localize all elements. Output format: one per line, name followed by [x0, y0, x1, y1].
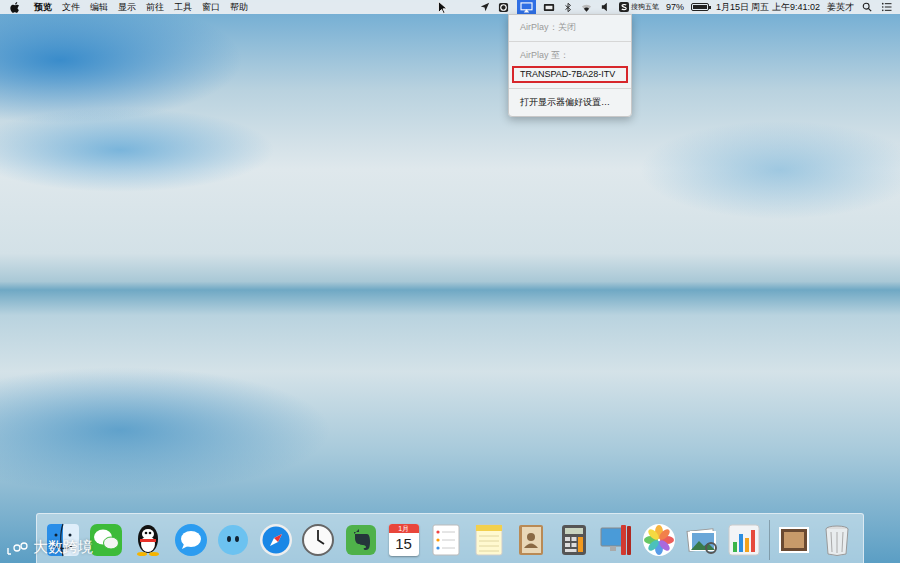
menu-separator [509, 41, 631, 42]
desktop-screen: 预览文件编辑显示前往工具窗口帮助 搜狗五笔 97% 1月15日 周五 上午9:41:0… [0, 0, 900, 563]
app-menu[interactable]: 编辑 [85, 0, 113, 14]
dock-separator [769, 520, 770, 560]
menu-separator [509, 88, 631, 89]
app-menu[interactable]: 文件 [57, 0, 85, 14]
screen-sharing-icon[interactable] [498, 1, 510, 13]
app-menu[interactable]: 前往 [141, 0, 169, 14]
photos-icon[interactable] [641, 522, 677, 558]
battery-percent: 97% [666, 2, 684, 12]
app-menus: 预览文件编辑显示前往工具窗口帮助 [0, 0, 479, 14]
app-menu[interactable]: 窗口 [197, 0, 225, 14]
airplay-menu-item[interactable]: 打开显示器偏好设置… [509, 93, 631, 112]
airplay-menu-item: AirPlay：关闭 [509, 18, 631, 37]
clock[interactable]: 1月15日 周五 上午9:41:02 [716, 1, 820, 14]
contacts-icon[interactable] [513, 522, 549, 558]
menu-item-box: AirPlay 至： [512, 47, 628, 64]
menu-item-label[interactable]: 打开显示器偏好设置… [520, 97, 610, 107]
watermark-logo-icon [6, 540, 30, 556]
location-icon[interactable] [479, 1, 491, 13]
messages-icon[interactable] [173, 522, 209, 558]
calculator-icon[interactable] [556, 522, 592, 558]
calendar-day: 15 [395, 533, 412, 554]
calendar-month: 1月 [389, 524, 419, 533]
evernote-icon[interactable] [343, 522, 379, 558]
notification-center-icon[interactable] [880, 1, 892, 13]
app-menu[interactable]: 工具 [169, 0, 197, 14]
mouse-cursor-icon [438, 0, 447, 13]
menu-item-label: AirPlay 至： [520, 50, 569, 60]
app-menu[interactable]: 预览 [29, 0, 57, 14]
watermark-text: 大数跨境 [33, 538, 93, 557]
monitor-book-icon[interactable] [599, 522, 635, 558]
chat-face-icon[interactable] [215, 522, 251, 558]
safari-icon[interactable] [258, 522, 294, 558]
app-menu[interactable]: 帮助 [225, 0, 253, 14]
spotlight-icon[interactable] [861, 1, 873, 13]
reminders-icon[interactable] [428, 522, 464, 558]
clock-icon[interactable] [300, 522, 336, 558]
status-area: 搜狗五笔 97% 1月15日 周五 上午9:41:02 姜英才 [479, 0, 900, 14]
airplay-icon[interactable] [517, 0, 536, 14]
airplay-menu: AirPlay：关闭 AirPlay 至： TRANSPAD-7BA28-ITV 打开… [508, 14, 632, 117]
app-menu[interactable]: 显示 [113, 0, 141, 14]
qq-icon[interactable] [130, 522, 166, 558]
menu-item-box: AirPlay：关闭 [512, 19, 628, 36]
menu-bar: 预览文件编辑显示前往工具窗口帮助 搜狗五笔 97% 1月15日 周五 上午9:41:0… [0, 0, 900, 14]
battery-icon[interactable] [691, 3, 709, 11]
desktop-area: 1月15 [0, 14, 900, 563]
calendar-tile: 1月15 [389, 524, 419, 556]
downloads-stack-icon[interactable] [776, 522, 812, 558]
sogou-icon [619, 2, 629, 12]
calendar-icon[interactable]: 1月15 [386, 522, 422, 558]
volume-icon[interactable] [600, 1, 612, 13]
airplay-menu-item[interactable]: TRANSPAD-7BA28-ITV [509, 65, 631, 84]
numbers-icon[interactable] [726, 522, 762, 558]
apple-icon[interactable] [10, 2, 20, 13]
input-method-label: 搜狗五笔 [631, 3, 659, 12]
menu-item-label[interactable]: TRANSPAD-7BA28-ITV [520, 69, 615, 79]
watermark: 大数跨境 [6, 538, 93, 557]
trash-icon[interactable] [819, 522, 855, 558]
menu-item-box[interactable]: 打开显示器偏好设置… [512, 94, 628, 111]
bluetooth-icon[interactable] [562, 1, 574, 13]
wifi-icon[interactable] [581, 1, 593, 13]
display-icon[interactable] [543, 1, 555, 13]
menu-item-box[interactable]: TRANSPAD-7BA28-ITV [512, 66, 628, 83]
battery-fill [693, 5, 707, 9]
menu-item-label: AirPlay：关闭 [520, 22, 576, 32]
dock: 1月15 [36, 513, 864, 563]
preview-icon[interactable] [684, 522, 720, 558]
airplay-menu-item: AirPlay 至： [509, 46, 631, 65]
notes-icon[interactable] [471, 522, 507, 558]
user-name[interactable]: 姜英才 [827, 1, 854, 14]
input-method[interactable]: 搜狗五笔 [619, 2, 659, 12]
